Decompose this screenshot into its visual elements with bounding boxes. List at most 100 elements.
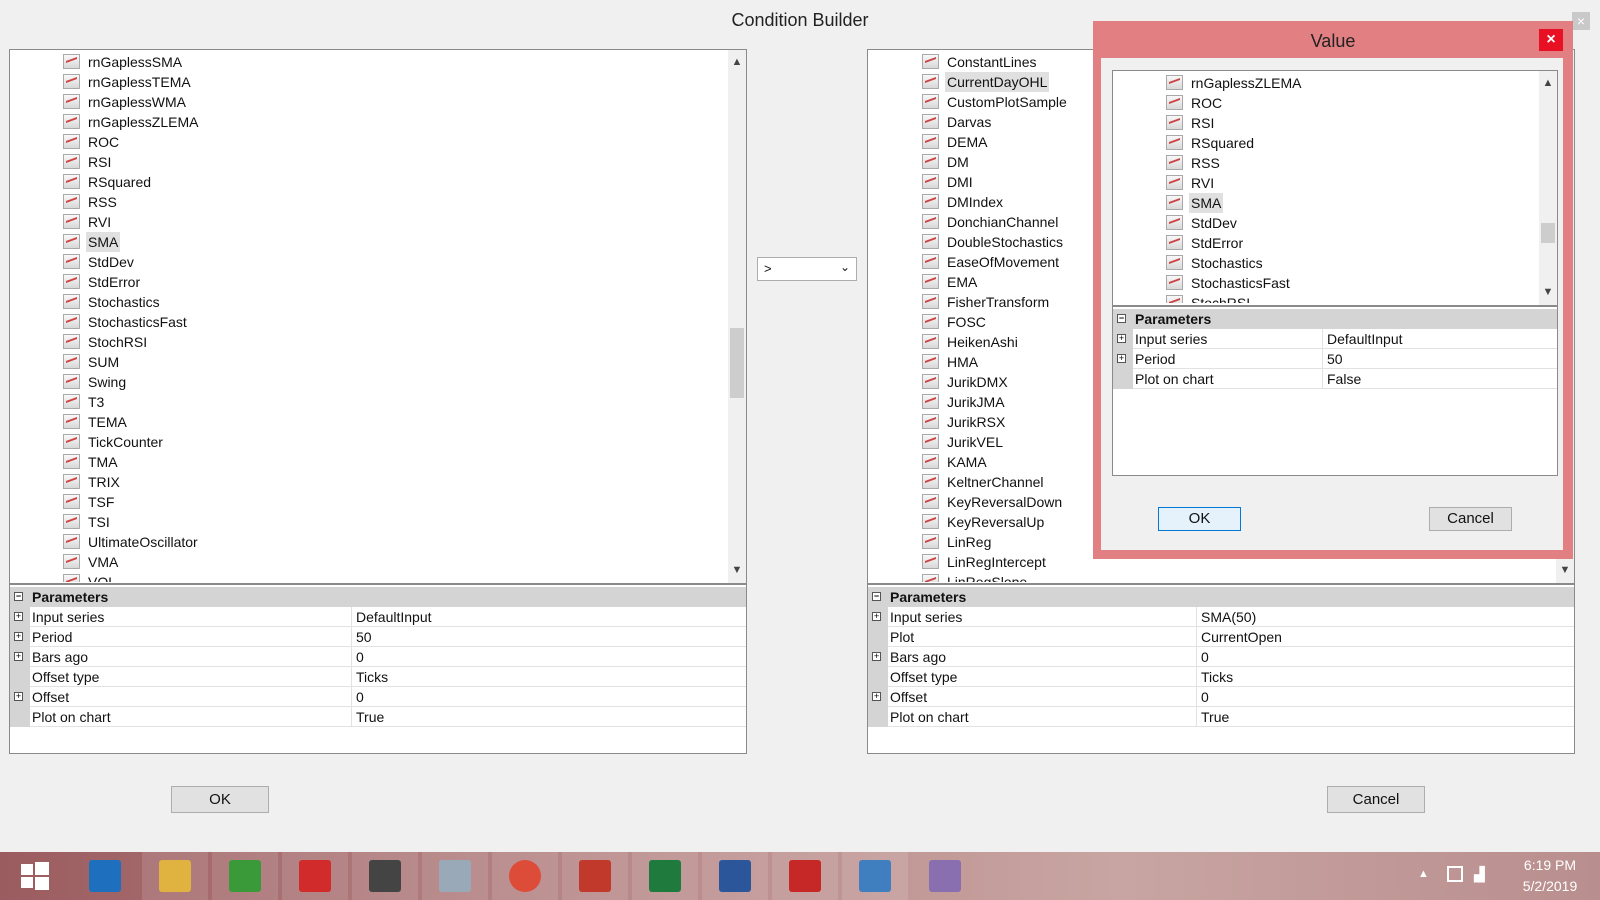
tree-item[interactable]: Stochastics <box>10 292 728 312</box>
tree-item[interactable]: TEMA <box>10 412 728 432</box>
collapse-icon[interactable]: − <box>1117 314 1126 323</box>
tree-item[interactable]: rnGaplessSMA <box>10 52 728 72</box>
tree-item[interactable]: StdDev <box>1113 213 1537 233</box>
window-close-button[interactable]: × <box>1572 12 1590 30</box>
left-tree-scrollbar[interactable]: ▲ ▼ <box>728 50 746 583</box>
tree-item[interactable]: StochasticsFast <box>10 312 728 332</box>
operator-dropdown[interactable]: > ⌄ <box>757 257 857 281</box>
scroll-thumb[interactable] <box>730 328 744 398</box>
word-taskbar-button[interactable] <box>702 852 768 900</box>
parameter-row[interactable]: + Offset 0 <box>10 687 746 707</box>
parameter-value[interactable]: True <box>351 707 746 727</box>
tree-item[interactable]: RSI <box>10 152 728 172</box>
tree-item[interactable]: StdDev <box>10 252 728 272</box>
tree-item[interactable]: RSquared <box>10 172 728 192</box>
parameter-value[interactable]: 0 <box>351 687 746 707</box>
value-indicator-tree[interactable]: rnGaplessZLEMA ROC RSI RSquared RSS RVI SMA Std… <box>1112 70 1558 306</box>
parameter-row[interactable]: Offset type Ticks <box>10 667 746 687</box>
photos-taskbar-button[interactable] <box>842 852 908 900</box>
cancel-button[interactable]: Cancel <box>1327 786 1425 813</box>
value-dialog-close-button[interactable]: × <box>1539 29 1563 51</box>
ok-button[interactable]: OK <box>171 786 269 813</box>
collapse-icon[interactable]: − <box>872 592 881 601</box>
parameter-value[interactable]: 50 <box>351 627 746 647</box>
tree-item[interactable]: TMA <box>10 452 728 472</box>
tray-up-arrow-icon[interactable]: ▲ <box>1418 868 1429 880</box>
tree-item[interactable]: VOL <box>10 572 728 582</box>
left-indicator-tree[interactable]: rnGaplessSMA rnGaplessTEMA rnGaplessWMA rnG… <box>9 49 747 584</box>
tree-item[interactable]: RSquared <box>1113 133 1537 153</box>
tree-item[interactable]: SMA <box>10 232 728 252</box>
parameter-value[interactable]: DefaultInput <box>1322 329 1557 349</box>
tree-item[interactable]: rnGaplessZLEMA <box>10 112 728 132</box>
calculator-taskbar-button[interactable] <box>422 852 488 900</box>
acrobat-taskbar-button[interactable] <box>772 852 838 900</box>
tree-item[interactable]: StdError <box>1113 233 1537 253</box>
tree-item[interactable]: StochRSI <box>10 332 728 352</box>
parameter-row[interactable]: + Input series SMA(50) <box>868 607 1574 627</box>
value-ok-button[interactable]: OK <box>1158 507 1241 531</box>
tree-item[interactable]: StdError <box>10 272 728 292</box>
network-icon[interactable] <box>1447 866 1463 882</box>
parameter-row[interactable]: Offset type Ticks <box>868 667 1574 687</box>
tree-item[interactable]: ROC <box>1113 93 1537 113</box>
parameter-value[interactable]: 0 <box>1196 647 1574 667</box>
tree-item[interactable]: RVI <box>10 212 728 232</box>
parameter-row[interactable]: Plot on chart False <box>1113 369 1557 389</box>
tree-item[interactable]: TSF <box>10 492 728 512</box>
internet-explorer-taskbar-button[interactable] <box>72 852 138 900</box>
tree-item[interactable]: SMA <box>1113 193 1537 213</box>
parameters-header[interactable]: − Parameters <box>10 587 746 607</box>
app-tool-taskbar-button[interactable] <box>352 852 418 900</box>
scroll-up-arrow-icon[interactable]: ▲ <box>1540 75 1556 91</box>
app-red-taskbar-button[interactable] <box>282 852 348 900</box>
tree-item[interactable]: RVI <box>1113 173 1537 193</box>
parameter-row[interactable]: + Offset 0 <box>868 687 1574 707</box>
parameter-row[interactable]: + Period 50 <box>10 627 746 647</box>
ninjatrader-taskbar-button[interactable] <box>562 852 628 900</box>
parameter-row[interactable]: + Bars ago 0 <box>868 647 1574 667</box>
tree-item[interactable]: rnGaplessZLEMA <box>1113 73 1537 93</box>
chrome-taskbar-button[interactable] <box>492 852 558 900</box>
clock-time[interactable]: 6:19 PM <box>1515 857 1585 873</box>
tree-item[interactable]: SUM <box>10 352 728 372</box>
tree-item[interactable]: TRIX <box>10 472 728 492</box>
parameter-row[interactable]: + Input series DefaultInput <box>10 607 746 627</box>
tree-item[interactable]: T3 <box>10 392 728 412</box>
signal-icon[interactable]: ▟ <box>1474 866 1485 883</box>
parameter-row[interactable]: Plot on chart True <box>10 707 746 727</box>
parameter-value[interactable]: DefaultInput <box>351 607 746 627</box>
tree-item[interactable]: VMA <box>10 552 728 572</box>
tree-item[interactable]: ROC <box>10 132 728 152</box>
parameter-row[interactable]: + Input series DefaultInput <box>1113 329 1557 349</box>
tree-item[interactable]: rnGaplessTEMA <box>10 72 728 92</box>
expand-icon[interactable]: + <box>1117 334 1126 343</box>
tree-item[interactable]: StochRSI <box>1113 293 1537 303</box>
parameter-value[interactable]: False <box>1322 369 1557 389</box>
parameter-row[interactable]: + Period 50 <box>1113 349 1557 369</box>
file-explorer-taskbar-button[interactable] <box>142 852 208 900</box>
value-cancel-button[interactable]: Cancel <box>1429 507 1512 531</box>
tree-item[interactable]: StochasticsFast <box>1113 273 1537 293</box>
scroll-down-arrow-icon[interactable]: ▼ <box>1557 562 1573 578</box>
tree-item[interactable]: UltimateOscillator <box>10 532 728 552</box>
value-tree-scrollbar[interactable]: ▲ ▼ <box>1539 71 1557 305</box>
tree-item[interactable]: Swing <box>10 372 728 392</box>
parameters-header[interactable]: − Parameters <box>868 587 1574 607</box>
parameter-value[interactable]: Ticks <box>1196 667 1574 687</box>
store-taskbar-button[interactable] <box>212 852 278 900</box>
scroll-thumb[interactable] <box>1541 223 1555 243</box>
excel-taskbar-button[interactable] <box>632 852 698 900</box>
tree-item[interactable]: TickCounter <box>10 432 728 452</box>
expand-icon[interactable]: + <box>872 652 881 661</box>
scroll-down-arrow-icon[interactable]: ▼ <box>729 562 745 578</box>
parameter-row[interactable]: Plot on chart True <box>868 707 1574 727</box>
expand-icon[interactable]: + <box>14 692 23 701</box>
tree-item[interactable]: Stochastics <box>1113 253 1537 273</box>
tree-item[interactable]: RSS <box>10 192 728 212</box>
expand-icon[interactable]: + <box>14 612 23 621</box>
scroll-up-arrow-icon[interactable]: ▲ <box>729 54 745 70</box>
parameter-value[interactable]: SMA(50) <box>1196 607 1574 627</box>
expand-icon[interactable]: + <box>872 612 881 621</box>
expand-icon[interactable]: + <box>14 652 23 661</box>
